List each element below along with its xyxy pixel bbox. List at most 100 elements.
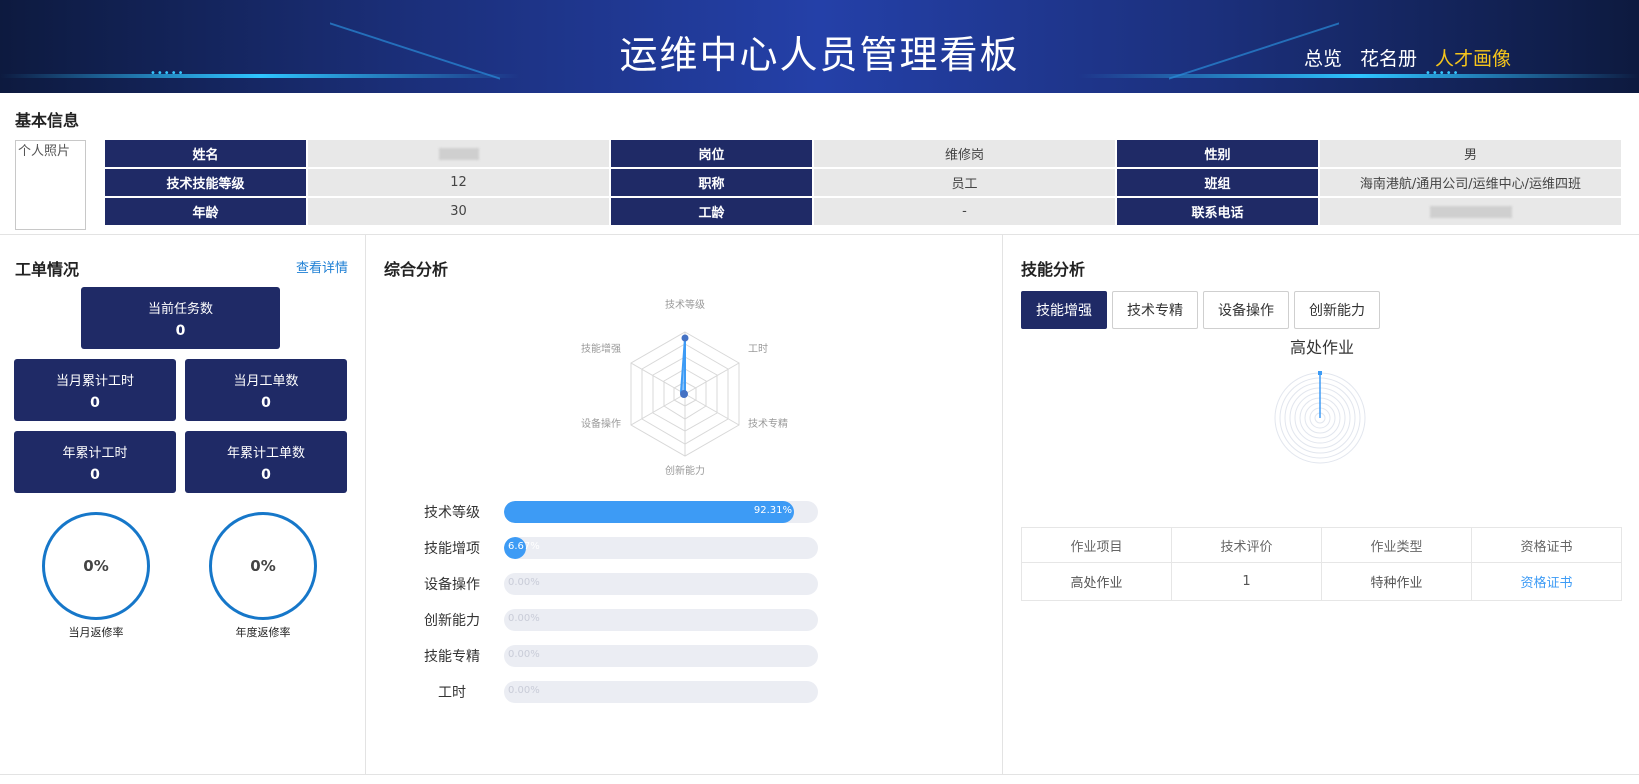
analysis-bars: 技术等级 92.31% 技能增项 6.67% 设备操作 0.00% 创新能力 0… xyxy=(400,494,818,710)
info-label: 岗位 xyxy=(610,139,813,168)
basic-info-title: 基本信息 xyxy=(15,111,80,130)
bar-fill xyxy=(504,501,794,523)
info-value: 男 xyxy=(1319,139,1622,168)
bar-track: 6.67% xyxy=(504,537,818,559)
info-label: 年龄 xyxy=(104,197,307,226)
info-label: 性别 xyxy=(1116,139,1319,168)
table-cell: 高处作业 xyxy=(1021,562,1172,601)
bar-row: 技能专精 0.00% xyxy=(400,638,818,674)
rework-ring: 0% xyxy=(42,512,150,620)
stat-value: 0 xyxy=(261,467,271,483)
rework-ring: 0% xyxy=(209,512,317,620)
redacted-phone xyxy=(1429,205,1512,218)
table-header: 资格证书 xyxy=(1471,527,1622,563)
polar-point xyxy=(1318,371,1322,375)
radar-axis xyxy=(630,393,686,426)
info-value: 维修岗 xyxy=(813,139,1116,168)
radar-axis xyxy=(684,393,740,426)
skill-polar-chart xyxy=(1274,371,1366,464)
ring-label: 年度返修率 xyxy=(235,626,291,639)
table-header: 作业类型 xyxy=(1321,527,1472,563)
stat-label: 当月工单数 xyxy=(233,374,299,389)
bar-label: 技术等级 xyxy=(424,505,480,521)
info-label: 联系电话 xyxy=(1116,197,1319,226)
tab-equipment-operation[interactable]: 设备操作 xyxy=(1203,291,1289,329)
info-value: 海南港航/通用公司/运维中心/运维四班 xyxy=(1319,168,1622,197)
stat-month-hours: 当月累计工时 0 xyxy=(14,359,176,421)
nav-talent-profile[interactable]: 人才画像 xyxy=(1435,44,1511,71)
certificate-link[interactable]: 资格证书 xyxy=(1471,562,1622,601)
yearly-rework-gauge: 0% 年度返修率 xyxy=(209,512,317,640)
nav-roster[interactable]: 花名册 xyxy=(1360,44,1417,71)
info-row: 姓名 岗位 维修岗 性别 男 xyxy=(104,139,1622,168)
info-label: 技术技能等级 xyxy=(104,168,307,197)
info-row: 年龄 30 工龄 - 联系电话 xyxy=(104,197,1622,226)
view-details-link[interactable]: 查看详情 xyxy=(296,257,348,276)
stat-label: 年累计工时 xyxy=(62,446,128,461)
stat-value: 0 xyxy=(261,395,271,411)
bar-label: 设备操作 xyxy=(424,577,480,593)
divider xyxy=(0,774,1639,775)
table-header: 作业项目 xyxy=(1021,527,1172,563)
analysis-title: 综合分析 xyxy=(384,260,449,279)
bar-percent: 0.00% xyxy=(508,613,540,624)
bar-track: 0.00% xyxy=(504,645,818,667)
bar-percent: 92.31% xyxy=(753,505,792,516)
divider xyxy=(365,235,366,775)
bar-percent: 6.67% xyxy=(508,541,540,552)
stat-year-hours: 年累计工时 0 xyxy=(14,431,176,493)
bar-label: 工时 xyxy=(438,685,466,701)
info-label: 姓名 xyxy=(104,139,307,168)
table-row: 高处作业 1 特种作业 资格证书 xyxy=(1021,562,1622,601)
bar-percent: 0.00% xyxy=(508,577,540,588)
ring-label: 当月返修率 xyxy=(68,626,124,639)
info-label: 工龄 xyxy=(610,197,813,226)
radar-point xyxy=(681,334,689,342)
table-header-row: 作业项目 技术评价 作业类型 资格证书 xyxy=(1021,527,1622,563)
stat-year-orders: 年累计工单数 0 xyxy=(185,431,347,493)
radar-axis-label: 工时 xyxy=(748,343,768,355)
nav-overview[interactable]: 总览 xyxy=(1304,44,1342,71)
radar-axis xyxy=(684,362,740,395)
info-value-phone xyxy=(1319,197,1622,226)
top-nav: 总览 花名册 人才画像 xyxy=(1304,44,1511,71)
bar-row: 工时 0.00% xyxy=(400,674,818,710)
bar-track: 0.00% xyxy=(504,681,818,703)
radar-point xyxy=(680,390,688,398)
skill-table: 作业项目 技术评价 作业类型 资格证书 高处作业 1 特种作业 资格证书 xyxy=(1021,527,1622,601)
info-value: 员工 xyxy=(813,168,1116,197)
personal-photo: 个人照片 xyxy=(15,140,86,230)
table-cell: 1 xyxy=(1171,562,1322,601)
work-order-title: 工单情况 xyxy=(15,260,80,279)
info-label: 班组 xyxy=(1116,168,1319,197)
stat-value: 0 xyxy=(175,323,186,339)
bar-track: 92.31% xyxy=(504,501,818,523)
tab-tech-specialty[interactable]: 技术专精 xyxy=(1112,291,1198,329)
bar-row: 技术等级 92.31% xyxy=(400,494,818,530)
stat-value: 0 xyxy=(90,395,100,411)
info-value: 12 xyxy=(307,168,610,197)
stat-current-tasks: 当前任务数 0 xyxy=(81,287,280,349)
bar-row: 技能增项 6.67% xyxy=(400,530,818,566)
bar-label: 技能增项 xyxy=(424,541,480,557)
radar-axis-label: 设备操作 xyxy=(581,417,621,430)
radar-axis-label: 技术等级 xyxy=(665,298,705,311)
skill-tabs: 技能增强 技术专精 设备操作 创新能力 xyxy=(1021,291,1380,329)
skill-analysis-title: 技能分析 xyxy=(1021,260,1086,279)
bar-label: 技能专精 xyxy=(424,649,480,665)
bar-row: 创新能力 0.00% xyxy=(400,602,818,638)
basic-info-table: 姓名 岗位 维修岗 性别 男 技术技能等级 12 职称 员工 班组 海南港航/通… xyxy=(104,139,1622,226)
divider xyxy=(0,234,1639,235)
radar-axis-label: 技能增强 xyxy=(581,342,621,355)
stat-value: 0 xyxy=(90,467,100,483)
skill-chart-title: 高处作业 xyxy=(1289,338,1354,357)
stat-month-orders: 当月工单数 0 xyxy=(185,359,347,421)
bar-row: 设备操作 0.00% xyxy=(400,566,818,602)
tab-innovation[interactable]: 创新能力 xyxy=(1294,291,1380,329)
info-row: 技术技能等级 12 职称 员工 班组 海南港航/通用公司/运维中心/运维四班 xyxy=(104,168,1622,197)
info-value-name xyxy=(307,139,610,168)
radar-axis xyxy=(630,362,686,395)
stat-label: 年累计工单数 xyxy=(226,446,305,461)
info-value: 30 xyxy=(307,197,610,226)
tab-skill-enhance[interactable]: 技能增强 xyxy=(1021,291,1107,329)
